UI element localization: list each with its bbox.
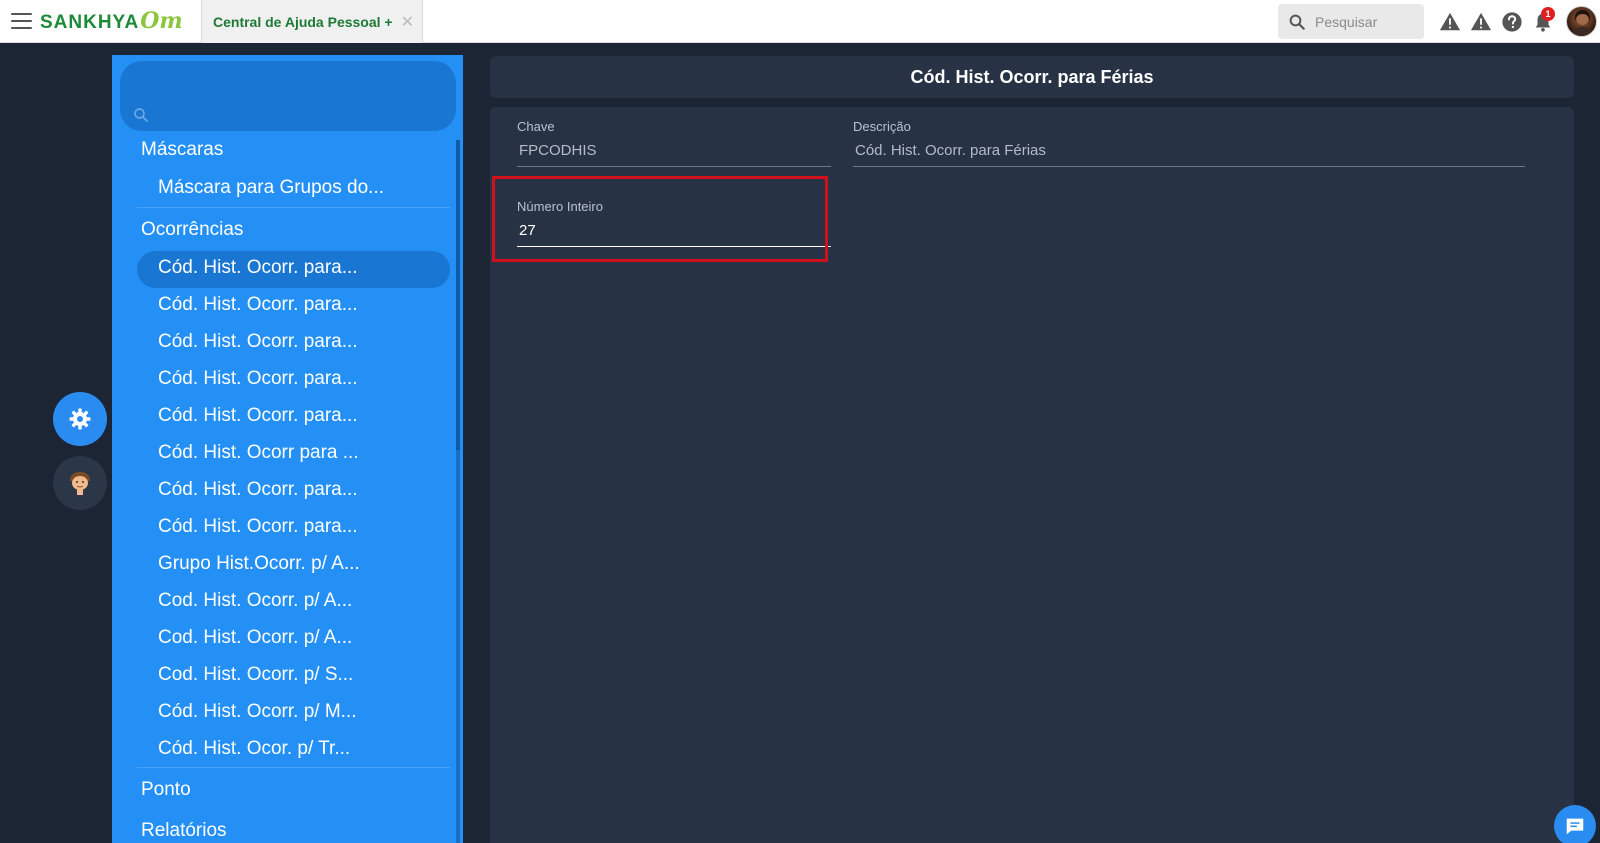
divider [137, 207, 450, 208]
sidebar-item[interactable]: Cod. Hist. Ocorr. p/ A... [158, 590, 352, 612]
content-header: Cód. Hist. Ocorr. para Férias [490, 56, 1574, 98]
menu-icon[interactable] [11, 13, 32, 29]
search-box[interactable] [1278, 4, 1424, 39]
field-label: Descrição [853, 119, 911, 134]
sidebar-item[interactable]: Cod. Hist. Ocorr. p/ S... [158, 664, 353, 686]
descricao-input[interactable]: Cód. Hist. Ocorr. para Férias [853, 142, 1525, 167]
top-bar: SANKHYA Om Central de Ajuda Pessoal + ✕ … [0, 0, 1600, 43]
sidebar-item[interactable]: Cód. Hist. Ocor. p/ Tr... [158, 738, 350, 760]
search-input[interactable] [1315, 13, 1415, 30]
sidebar-item[interactable]: Cod. Hist. Ocorr. p/ A... [158, 627, 352, 649]
sidebar-item[interactable]: Cód. Hist. Ocorr para ... [158, 442, 359, 464]
sidebar-item[interactable]: Cód. Hist. Ocorr. para... [158, 368, 358, 390]
sidebar-search[interactable] [120, 61, 456, 131]
field-chave: Chave FPCODHIS [517, 119, 831, 167]
settings-button[interactable] [53, 392, 107, 446]
sidebar-item[interactable]: Cód. Hist. Ocorr. para... [158, 405, 358, 427]
sidebar-divider [463, 55, 467, 843]
sidebar-item[interactable]: Cód. Hist. Ocorr. p/ M... [158, 701, 357, 723]
chat-icon [1566, 818, 1584, 835]
sidebar-item[interactable]: Máscara para Grupos do... [158, 177, 384, 199]
close-icon[interactable]: ✕ [401, 12, 414, 32]
sidebar-item[interactable]: Grupo Hist.Ocorr. p/ A... [158, 553, 360, 575]
avatar[interactable] [1566, 6, 1597, 37]
gear-icon [69, 408, 91, 430]
sidebar-item[interactable]: Cód. Hist. Ocorr. para... [158, 294, 358, 316]
chat-button[interactable] [1554, 805, 1596, 843]
assistant-button[interactable] [53, 456, 107, 510]
sidebar-item-selected[interactable]: Cód. Hist. Ocorr. para... [158, 257, 358, 279]
warning-icon[interactable] [1470, 11, 1492, 33]
sidebar: Máscaras Máscara para Grupos do... Ocorr… [112, 55, 467, 843]
sidebar-item[interactable]: Cód. Hist. Ocorr. para... [158, 331, 358, 353]
tab-central-ajuda[interactable]: Central de Ajuda Pessoal + ✕ [201, 0, 423, 43]
sidebar-group-ponto[interactable]: Ponto [141, 779, 191, 801]
sidebar-group-ocorrencias[interactable]: Ocorrências [141, 219, 243, 241]
warning-icon[interactable] [1439, 11, 1461, 33]
help-icon[interactable] [1501, 11, 1523, 33]
logo[interactable]: SANKHYA Om [40, 8, 183, 34]
page-title: Cód. Hist. Ocorr. para Férias [910, 66, 1154, 87]
search-icon [134, 108, 148, 122]
field-descricao: Descrição Cód. Hist. Ocorr. para Férias [853, 119, 1525, 167]
chave-input[interactable]: FPCODHIS [517, 142, 831, 167]
search-icon [1289, 14, 1305, 30]
divider [137, 767, 450, 768]
sidebar-group-relatorios[interactable]: Relatórios [141, 820, 227, 842]
tab-label: Central de Ajuda Pessoal + [213, 13, 393, 30]
highlight-box [492, 176, 828, 262]
assistant-face-icon [70, 472, 90, 495]
logo-om-text: Om [140, 8, 183, 34]
logo-text: SANKHYA [40, 12, 140, 33]
notification-badge: 1 [1541, 7, 1555, 21]
sidebar-group-mascaras[interactable]: Máscaras [141, 139, 223, 161]
scrollbar-thumb[interactable] [456, 140, 460, 450]
sidebar-item[interactable]: Cód. Hist. Ocorr. para... [158, 516, 358, 538]
field-label: Chave [517, 119, 555, 134]
sidebar-item[interactable]: Cód. Hist. Ocorr. para... [158, 479, 358, 501]
